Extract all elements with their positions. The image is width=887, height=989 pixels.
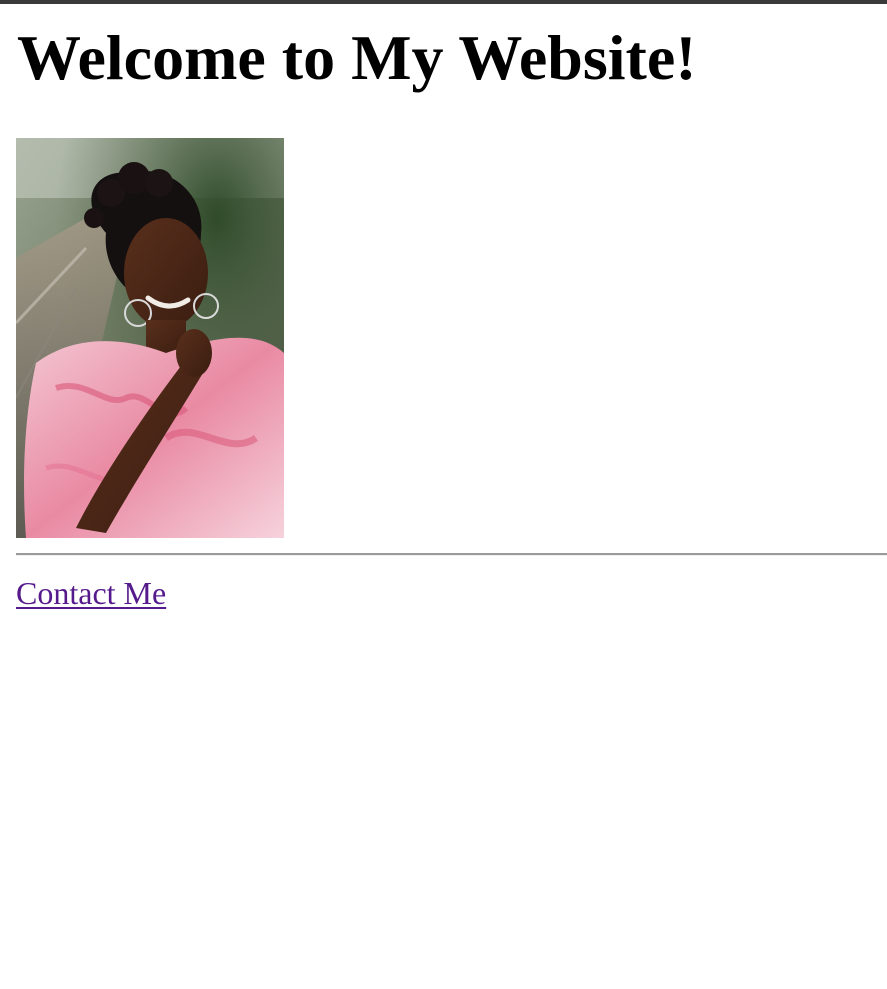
- horizontal-divider: [16, 553, 887, 556]
- top-border: [0, 0, 887, 4]
- contact-me-link[interactable]: Contact Me: [16, 574, 166, 612]
- profile-photo: [16, 138, 284, 538]
- page-title: Welcome to My Website!: [17, 22, 697, 93]
